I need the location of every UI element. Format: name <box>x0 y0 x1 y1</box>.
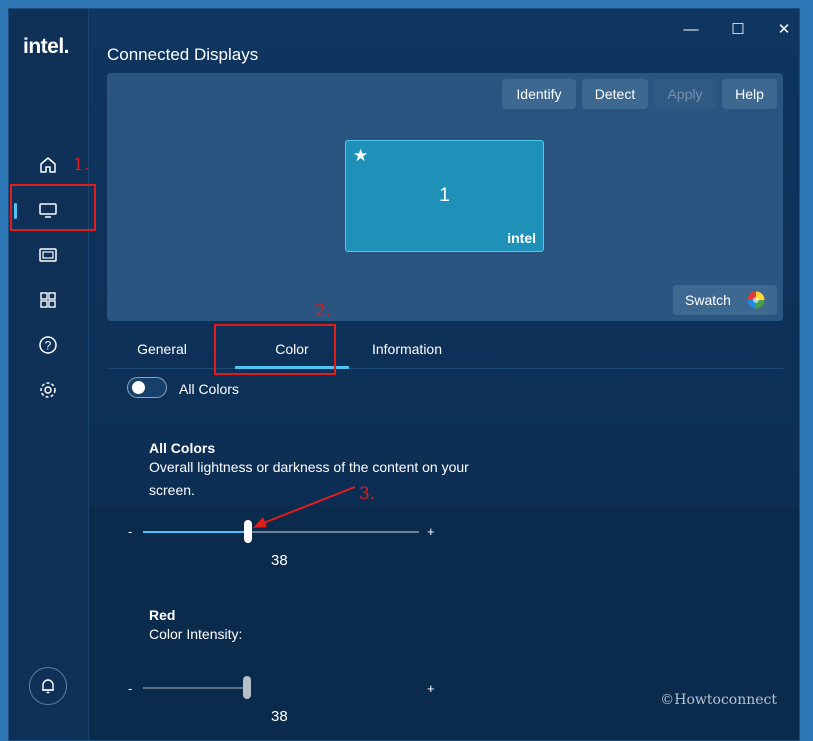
annotation-arrow <box>253 486 356 528</box>
intel-graphics-window: intel. ? — ☐ ✕ Connected Displays Identi… <box>8 8 800 741</box>
